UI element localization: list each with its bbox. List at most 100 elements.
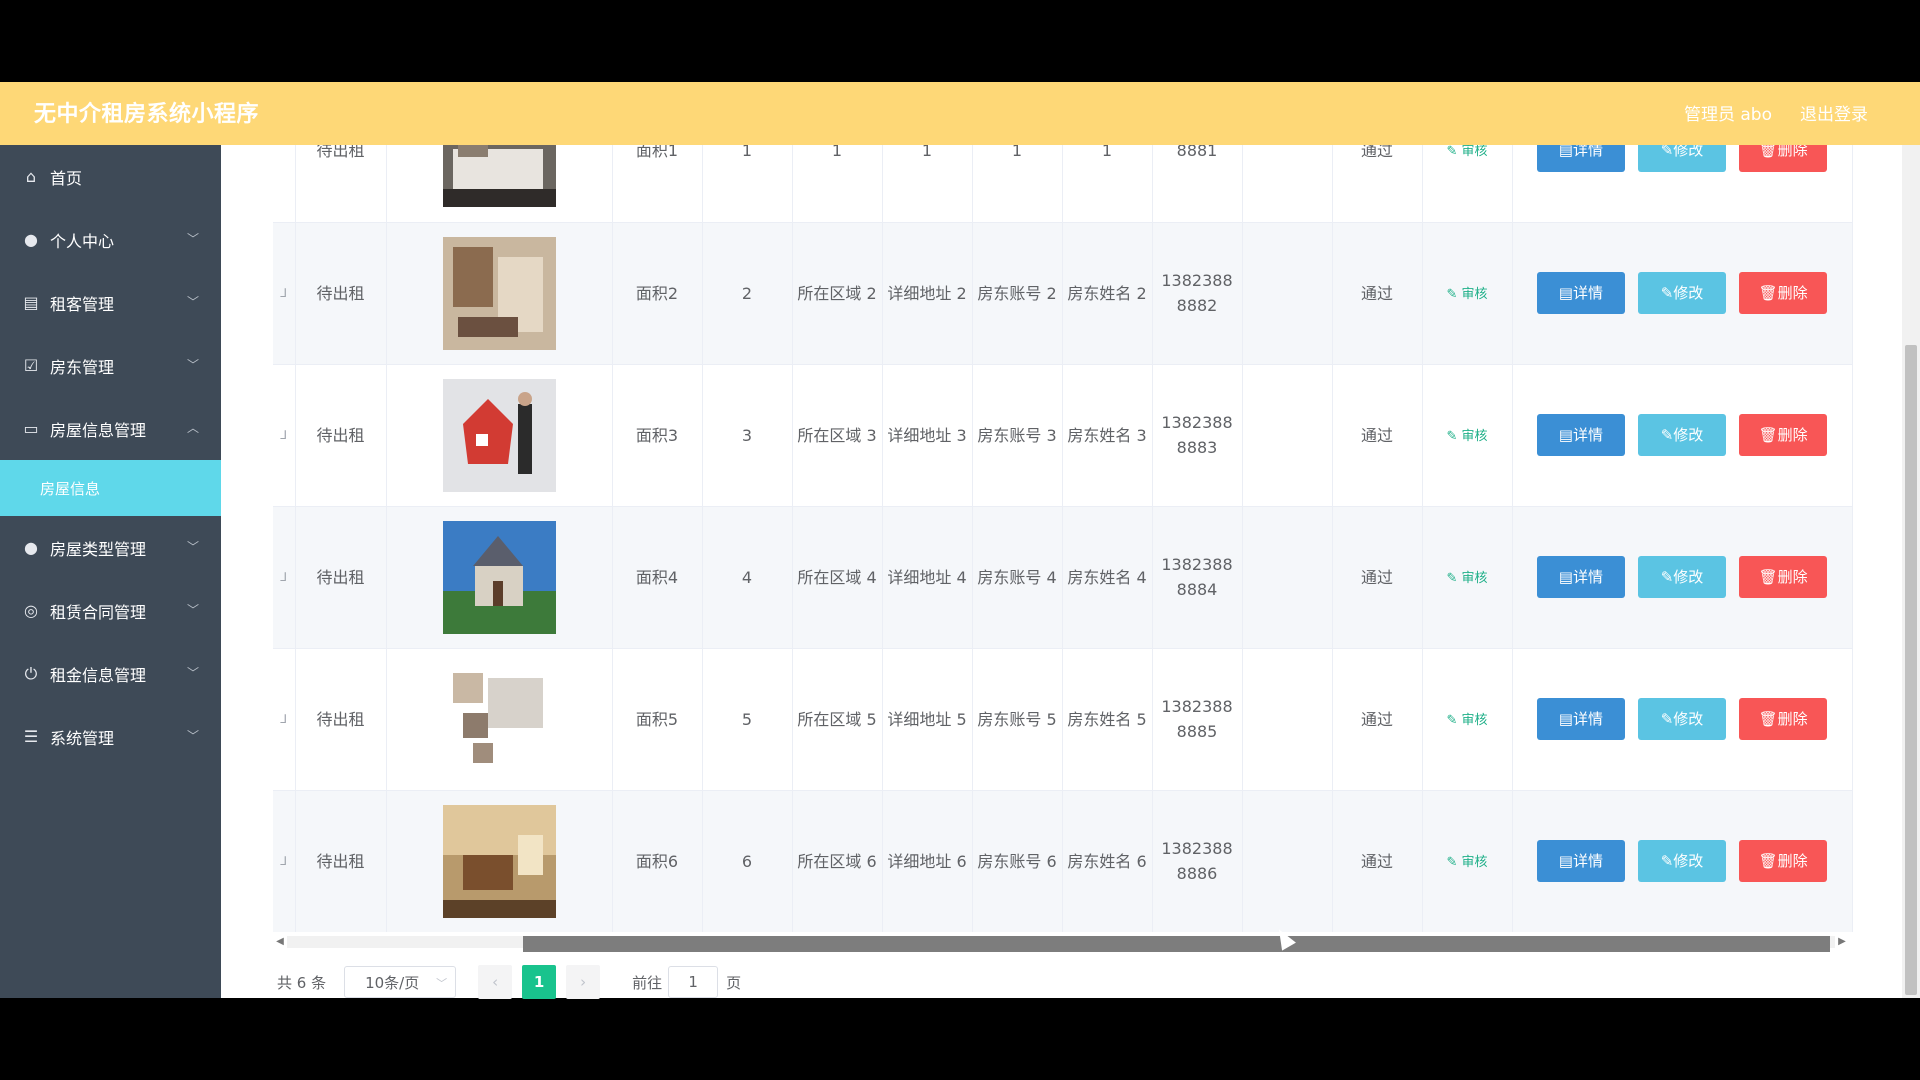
scroll-thumb[interactable] <box>523 936 1830 952</box>
page-size-value: 10条/页 <box>365 973 420 992</box>
edit-label: 修改 <box>1673 851 1704 870</box>
sidebar-item-contracts[interactable]: ◎ 租赁合同管理 ﹀ <box>0 579 221 642</box>
edit-button[interactable]: ✎ 修改 <box>1638 698 1726 740</box>
detail-button[interactable]: ▤ 详情 <box>1536 414 1625 456</box>
vertical-scrollbar[interactable] <box>1902 145 1920 998</box>
cell-empty <box>1242 648 1333 791</box>
edit-label: 修改 <box>1673 425 1704 444</box>
sidebar-item-house-info[interactable]: ▭ 房屋信息管理 ︿ <box>0 397 221 460</box>
cell-area: 面积2 <box>612 222 703 365</box>
cell-audit-status: 通过 <box>1332 648 1423 791</box>
delete-button[interactable]: 🗑 删除 <box>1739 145 1828 172</box>
audit-link[interactable]: ✎ 审核 <box>1446 713 1487 728</box>
vertical-scroll-thumb[interactable] <box>1905 345 1917 995</box>
sidebar-item-home[interactable]: ⌂ 首页 <box>0 145 221 208</box>
scroll-right-icon[interactable]: ▶ <box>1835 936 1849 948</box>
next-page-button[interactable]: › <box>566 965 601 999</box>
detail-button[interactable]: ▤ 详情 <box>1536 272 1625 314</box>
cell-audit-status: 通过 <box>1332 364 1423 507</box>
top-bar: 无中介租房系统小程序 管理员 abo 退出登录 <box>0 82 1920 145</box>
chevron-down-icon: ﹀ <box>186 540 199 554</box>
cell-name: 房东姓名 4 <box>1062 506 1153 649</box>
cell-actions: ▤ 详情 ✎ 修改 🗑 删除 <box>1512 222 1853 365</box>
detail-label: 详情 <box>1572 709 1603 728</box>
admin-label: 管理员 abo <box>1683 105 1772 125</box>
sidebar-item-rent[interactable]: ⏻ 租金信息管理 ﹀ <box>0 642 221 705</box>
cell-region: 所在区域 2 <box>792 222 883 365</box>
audit-link[interactable]: ✎ 审核 <box>1446 571 1487 586</box>
sidebar-item-label: 房东管理 <box>50 357 115 377</box>
delete-button[interactable]: 🗑 删除 <box>1739 698 1828 740</box>
cell-audit: ✎ 审核 <box>1422 222 1513 365</box>
sidebar-subitem-house-info[interactable]: 房屋信息 <box>0 460 221 516</box>
edit-button[interactable]: ✎ 修改 <box>1638 145 1726 172</box>
edit-button[interactable]: ✎ 修改 <box>1638 414 1726 456</box>
delete-button[interactable]: 🗑 删除 <box>1739 556 1828 598</box>
delete-button[interactable]: 🗑 删除 <box>1739 272 1828 314</box>
chevron-down-icon: ﹀ <box>436 977 448 990</box>
detail-label: 详情 <box>1572 567 1603 586</box>
edit-label: 修改 <box>1673 145 1704 160</box>
goto-page-input[interactable]: 1 <box>668 966 719 998</box>
cell-account: 房东账号 6 <box>972 790 1063 932</box>
audit-link[interactable]: ✎ 审核 <box>1446 287 1487 302</box>
sidebar-item-profile[interactable]: ● 个人中心 ﹀ <box>0 208 221 271</box>
edit-button[interactable]: ✎ 修改 <box>1638 556 1726 598</box>
cell-actions: ▤ 详情 ✎ 修改 🗑 删除 <box>1512 364 1853 507</box>
detail-button[interactable]: ▤ 详情 <box>1536 556 1625 598</box>
delete-button[interactable]: 🗑 删除 <box>1739 414 1828 456</box>
cell-empty <box>1242 145 1333 223</box>
audit-label: 审核 <box>1461 712 1488 728</box>
edit-button[interactable]: ✎ 修改 <box>1638 840 1726 882</box>
detail-label: 详情 <box>1572 851 1603 870</box>
horizontal-scrollbar[interactable]: ◀ ▶ <box>273 932 1849 952</box>
chevron-down-icon: ﹀ <box>186 232 199 246</box>
scroll-left-icon[interactable]: ◀ <box>273 936 287 948</box>
sidebar-item-label: 首页 <box>50 168 83 188</box>
audit-link[interactable]: ✎ 审核 <box>1446 855 1487 870</box>
cell-audit-status: 通过 <box>1332 506 1423 649</box>
audit-link[interactable]: ✎ 审核 <box>1446 145 1487 159</box>
table-viewport: 待出租 面积1 1 1 1 1 1 8881 通过 ✎ 审核 ▤ 详情 ✎ 修改… <box>273 145 1920 932</box>
cell-audit: ✎ 审核 <box>1422 364 1513 507</box>
page-size-select[interactable]: 10条/页 ﹀ <box>344 966 457 998</box>
cell-num: 2 <box>702 222 793 365</box>
sidebar-item-label: 租客管理 <box>50 294 115 314</box>
cell-name: 1 <box>1062 145 1153 223</box>
sidebar-item-label: 房屋类型管理 <box>50 539 147 559</box>
cell-area: 面积5 <box>612 648 703 791</box>
detail-button[interactable]: ▤ 详情 <box>1536 698 1625 740</box>
sidebar-item-label: 租金信息管理 <box>50 665 147 685</box>
cell-region: 所在区域 6 <box>792 790 883 932</box>
cell-name: 房东姓名 6 <box>1062 790 1153 932</box>
chevron-down-icon: ﹀ <box>186 729 199 743</box>
detail-button[interactable]: ▤ 详情 <box>1536 840 1625 882</box>
prev-page-button[interactable]: ‹ <box>478 965 513 999</box>
logout-link[interactable]: 退出登录 <box>1800 100 1868 125</box>
sidebar-item-landlords[interactable]: ☑ 房东管理 ﹀ <box>0 334 221 397</box>
sidebar-item-system[interactable]: ☰ 系统管理 ﹀ <box>0 705 221 768</box>
sidebar-item-house-types[interactable]: ● 房屋类型管理 ﹀ <box>0 516 221 579</box>
delete-label: 删除 <box>1777 709 1808 728</box>
edit-button[interactable]: ✎ 修改 <box>1638 272 1726 314</box>
detail-button[interactable]: ▤ 详情 <box>1536 145 1625 172</box>
goto-label: 前往 <box>632 973 663 992</box>
table-row: ⅃ 待出租 面积6 6 所在区域 6 详细地址 6 房东账号 6 房东姓名 6 … <box>273 790 1853 932</box>
page-number-current[interactable]: 1 <box>522 965 557 999</box>
sidebar-item-tenants[interactable]: ▤ 租客管理 ﹀ <box>0 271 221 334</box>
cell-image <box>386 790 613 932</box>
cell-address: 1 <box>882 145 973 223</box>
cell-address: 详细地址 5 <box>882 648 973 791</box>
row-marker: ⅃ <box>273 790 296 932</box>
cell-num: 6 <box>702 790 793 932</box>
app-title: 无中介租房系统小程序 <box>34 102 260 127</box>
audit-link[interactable]: ✎ 审核 <box>1446 429 1487 444</box>
cell-phone: 8881 <box>1152 145 1243 223</box>
cell-status: 待出租 <box>295 145 387 223</box>
edit-label: 修改 <box>1673 283 1704 302</box>
cell-area: 面积4 <box>612 506 703 649</box>
pagination-total: 共 6 条 <box>277 973 327 992</box>
detail-label: 详情 <box>1572 425 1603 444</box>
cell-num: 4 <box>702 506 793 649</box>
delete-button[interactable]: 🗑 删除 <box>1739 840 1828 882</box>
